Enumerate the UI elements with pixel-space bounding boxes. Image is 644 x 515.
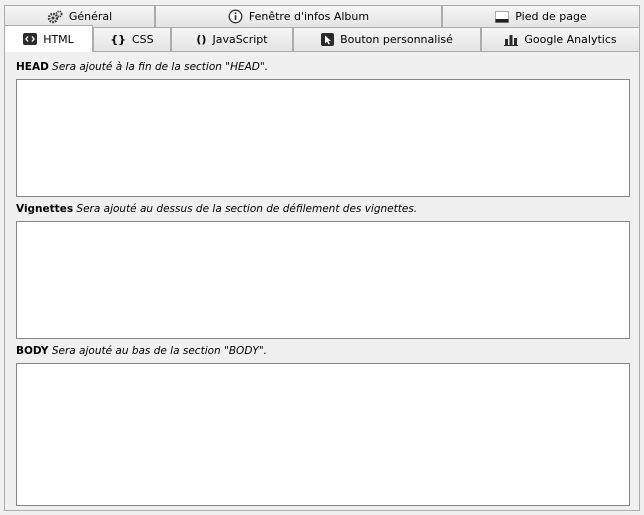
tab-footer-label: Pied de page [515,10,587,23]
tab-row-top: Général Fenêtre d'infos Album Pied de pa… [4,5,640,27]
footer-icon [495,10,510,23]
code-icon [23,33,38,45]
cursor-icon [321,33,335,46]
tab-html[interactable]: HTML [4,25,93,52]
head-code-textarea[interactable] [16,79,630,197]
tab-general[interactable]: Général [4,5,155,27]
tab-google-analytics[interactable]: Google Analytics [481,27,640,51]
thumbnails-code-textarea[interactable] [16,221,630,339]
thumbnails-title: Vignettes [16,203,74,215]
tab-footer[interactable]: Pied de page [442,5,640,27]
tab-row-bottom: HTML {} CSS () JavaScript Bouton personn… [4,25,640,52]
thumbnails-hint: Sera ajouté au dessus de la section de d… [76,203,418,215]
parens-icon: () [196,33,207,46]
tab-google-analytics-label: Google Analytics [524,33,617,46]
braces-icon: {} [110,33,126,46]
gears-icon [47,10,63,24]
tab-album-info-window[interactable]: Fenêtre d'infos Album [155,5,442,27]
tab-css-label: CSS [132,33,154,46]
tab-album-info-window-label: Fenêtre d'infos Album [248,10,370,23]
body-section-label: BODY Sera ajouté au bas de la section "B… [16,345,267,357]
tab-javascript-label: JavaScript [212,33,268,46]
tab-custom-button-label: Bouton personnalisé [340,33,453,46]
info-icon [228,9,243,24]
tab-custom-button[interactable]: Bouton personnalisé [293,27,481,51]
head-section-label: HEAD Sera ajouté à la fin de la section … [16,61,268,73]
head-title: HEAD [16,61,49,73]
head-hint: Sera ajouté à la fin de la section "HEAD… [52,61,269,73]
html-tab-panel: HEAD Sera ajouté à la fin de la section … [4,51,640,511]
bar-chart-icon [504,34,519,46]
body-title: BODY [16,345,49,357]
tab-html-label: HTML [43,32,74,46]
tab-css[interactable]: {} CSS [93,27,171,51]
tab-javascript[interactable]: () JavaScript [171,27,293,51]
tab-general-label: Général [68,10,113,23]
body-code-textarea[interactable] [16,363,630,506]
body-hint: Sera ajouté au bas de la section "BODY". [51,345,267,357]
thumbnails-section-label: Vignettes Sera ajouté au dessus de la se… [16,203,417,215]
